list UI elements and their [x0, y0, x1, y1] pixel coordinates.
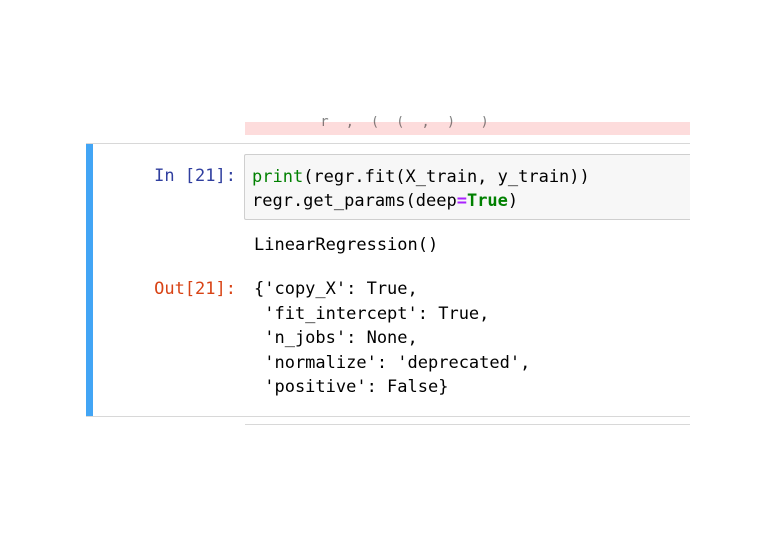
code-line-2: regr.get_params(deep=True): [252, 191, 518, 211]
next-cell-top-border: [245, 424, 690, 425]
previous-cell-clipped-text: _ r , ( ( , ) ): [295, 116, 489, 129]
code-line-1: print(regr.fit(X_train, y_train)): [252, 167, 590, 187]
input-prompt: In [21]:: [154, 166, 236, 186]
result-line: 'normalize': 'deprecated',: [254, 352, 531, 373]
result-line: 'fit_intercept': True,: [254, 303, 490, 324]
result-line: 'positive': False}: [254, 377, 449, 397]
code-line-2-before: regr.get_params(deep: [252, 191, 457, 211]
builtin-print: print: [252, 167, 304, 187]
execute-result: {'copy_X': True, 'fit_intercept': True, …: [254, 277, 530, 400]
output-prompt: Out[21]:: [154, 279, 236, 299]
code-line-1-rest: (regr.fit(X_train, y_train)): [303, 167, 590, 187]
code-editor[interactable]: print(regr.fit(X_train, y_train)) regr.g…: [244, 154, 690, 220]
result-line: {'copy_X': True,: [254, 279, 418, 299]
operator-equals: =: [456, 191, 467, 211]
code-cell-21[interactable]: In [21]: print(regr.fit(X_train, y_train…: [86, 143, 690, 417]
code-line-2-after: ): [507, 191, 519, 211]
previous-cell-error-output: _ r , ( ( , ) ): [245, 116, 690, 135]
result-line: 'n_jobs': None,: [254, 328, 418, 348]
code-text[interactable]: print(regr.fit(X_train, y_train)) regr.g…: [252, 165, 590, 213]
keyword-true: True: [466, 191, 508, 211]
stdout-output: LinearRegression(): [254, 235, 439, 255]
